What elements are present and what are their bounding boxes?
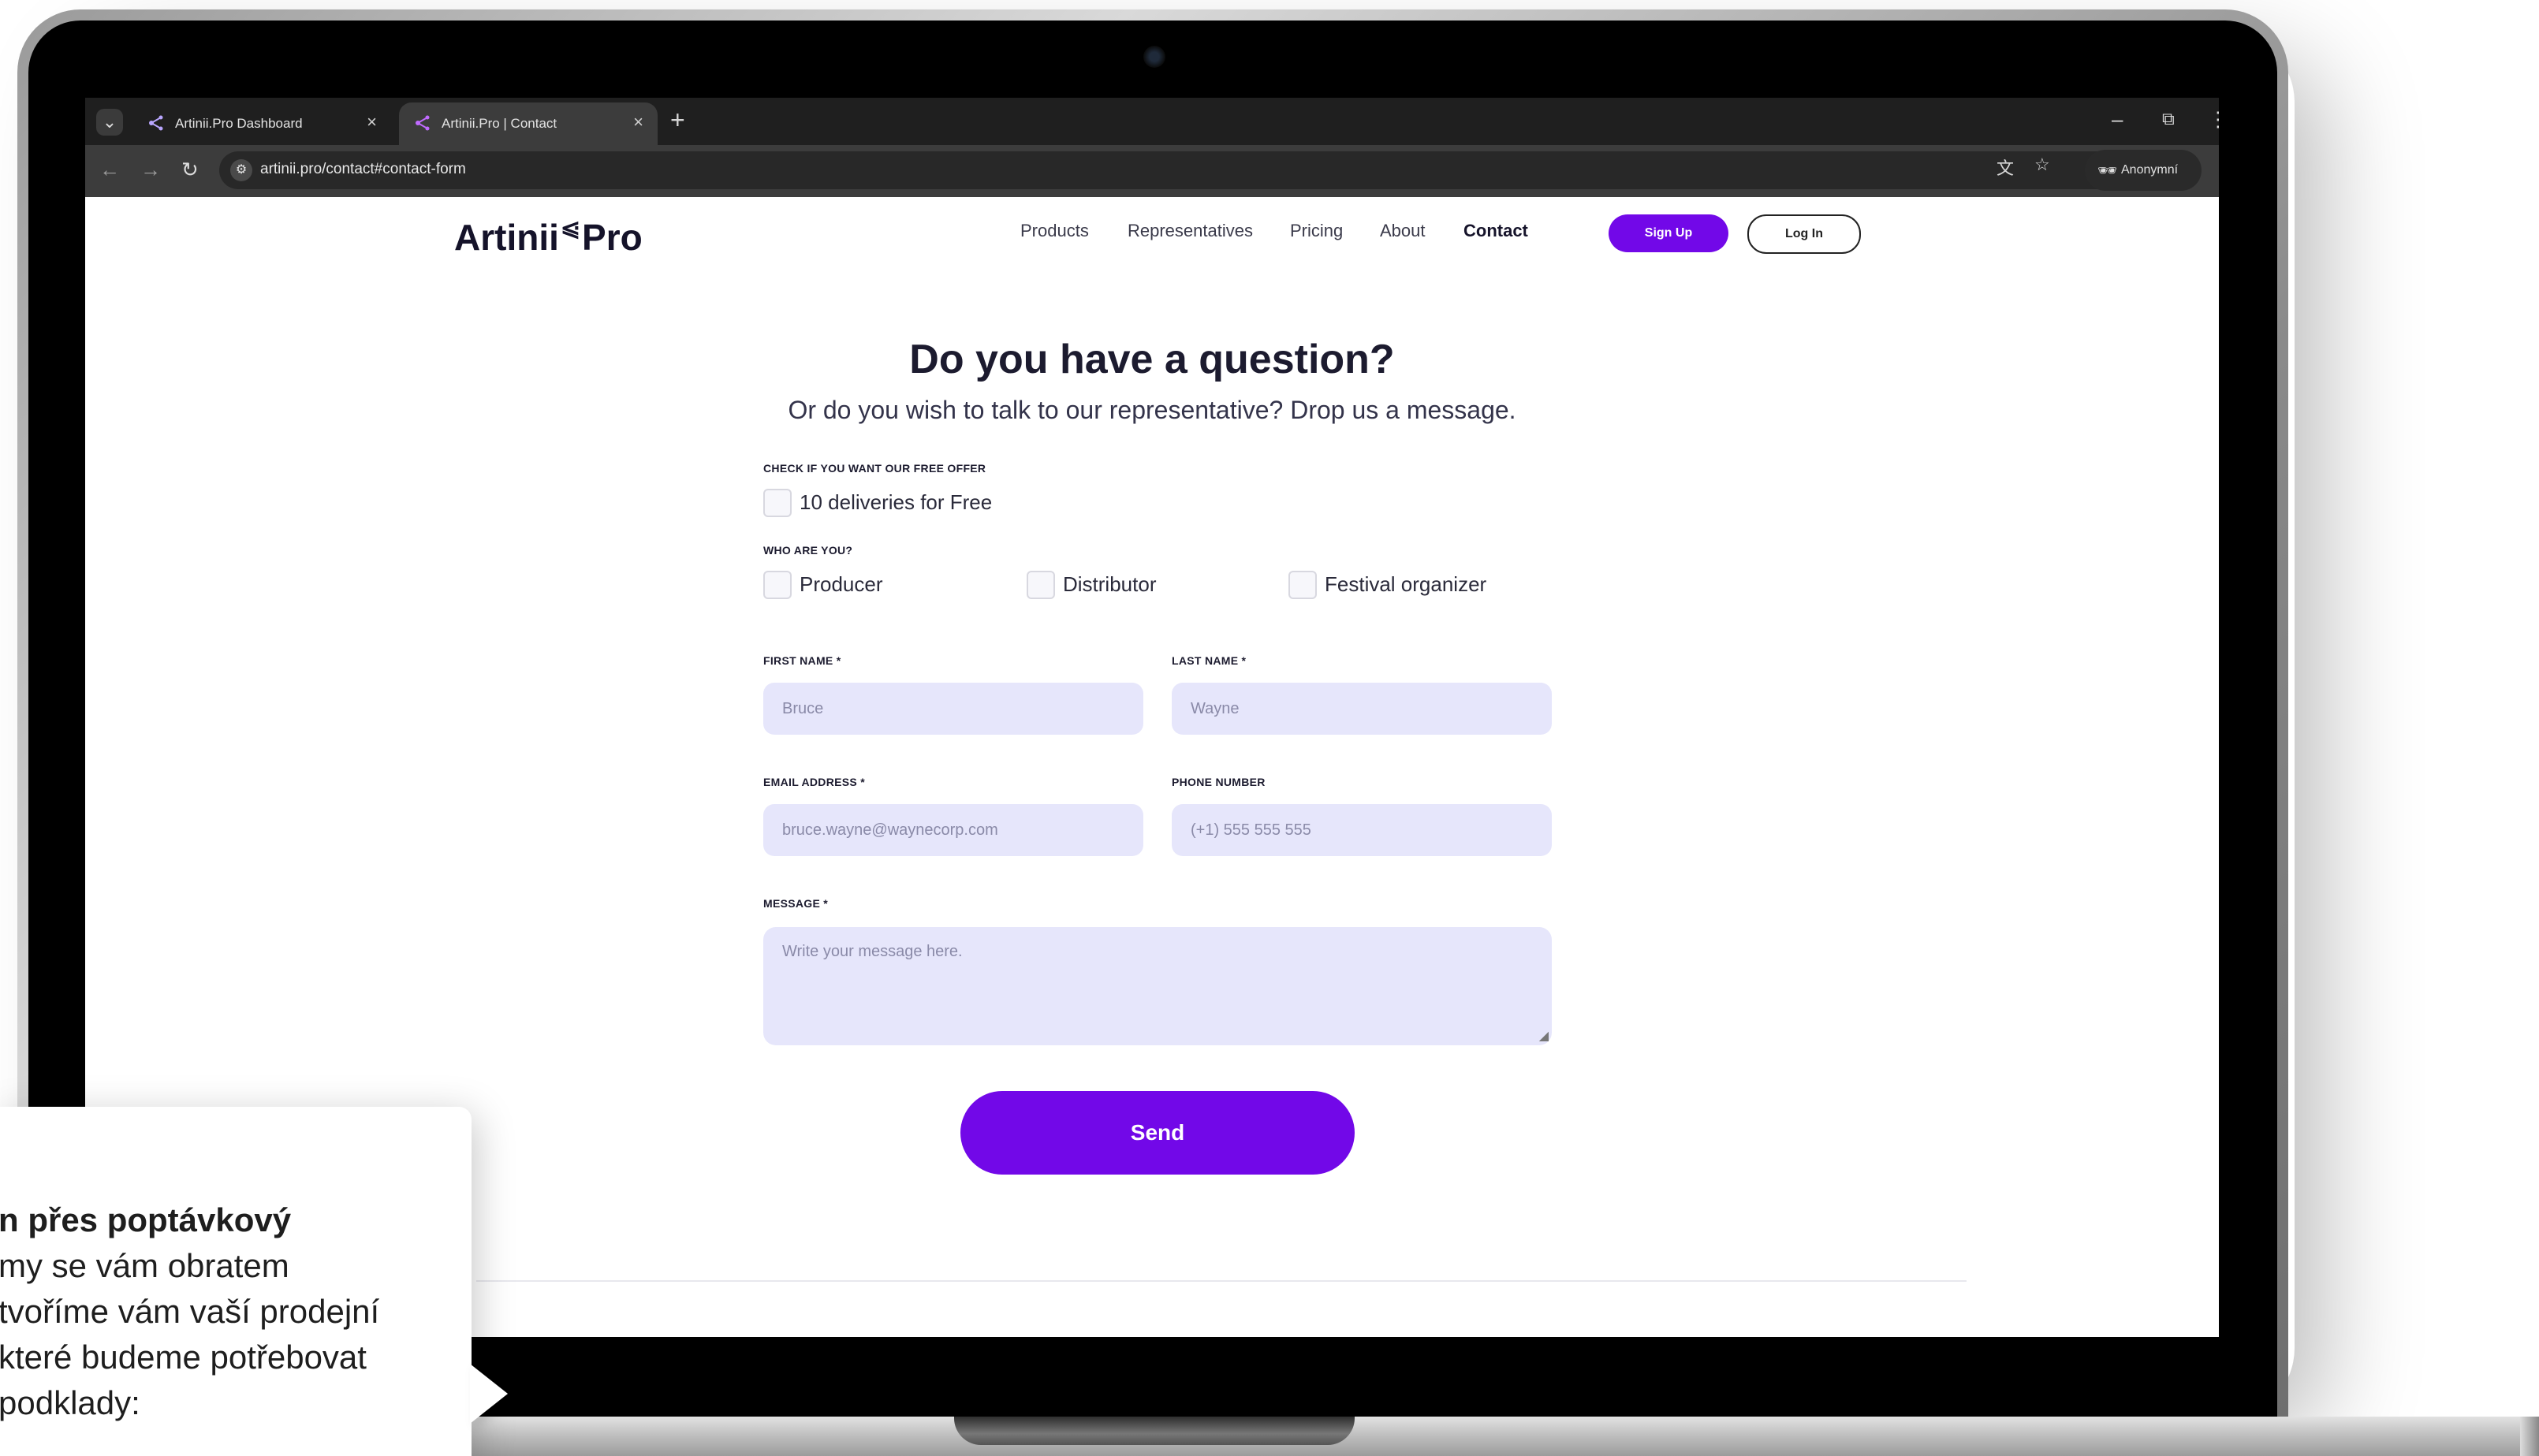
minimize-button[interactable]: – [2112, 107, 2123, 132]
webcam [1143, 46, 1165, 68]
phone-label: PHONE NUMBER [1172, 776, 1266, 788]
free-offer-option: 10 deliveries for Free [800, 490, 993, 514]
distributor-option: Distributor [1063, 572, 1157, 596]
festival-organizer-option: Festival organizer [1325, 572, 1487, 596]
nav-products[interactable]: Products [1020, 221, 1089, 241]
incognito-icon: 🕶 [2097, 162, 2118, 180]
translate-icon[interactable]: 文 [1997, 155, 2014, 180]
message-placeholder: Write your message here. [782, 943, 963, 960]
login-button[interactable]: Log In [1747, 214, 1861, 254]
free-offer-label: CHECK IF YOU WANT OUR FREE OFFER [763, 462, 986, 475]
nav-about[interactable]: About [1380, 221, 1426, 241]
footer-divider [476, 1280, 1967, 1282]
tab-bar: ⌄ Artinii.Pro Dashboard × Artinii.Pro | … [85, 98, 2219, 145]
profile-label: Anonymní [2121, 163, 2179, 177]
close-tab-icon[interactable]: × [367, 112, 377, 132]
reload-icon[interactable]: ↻ [181, 158, 199, 182]
first-name-placeholder: Bruce [782, 700, 824, 717]
new-tab-button[interactable]: + [670, 106, 685, 135]
page-subtitle: Or do you wish to talk to our representa… [788, 396, 1516, 424]
email-placeholder: bruce.wayne@waynecorp.com [782, 821, 998, 839]
profile-button[interactable]: 🕶 Anonymní [2085, 150, 2202, 191]
laptop-hinge-notch [954, 1417, 1355, 1445]
restore-button[interactable]: ⧉ [2162, 109, 2175, 129]
last-name-placeholder: Wayne [1191, 700, 1240, 717]
last-name-label: LAST NAME * [1172, 654, 1247, 667]
address-bar[interactable]: ⚙ artinii.pro/contact#contact-form [219, 151, 2151, 189]
artinii-logo[interactable]: Artinii⩿Pro [454, 215, 643, 259]
who-are-you-label: WHO ARE YOU? [763, 544, 853, 557]
tab-title: Artinii.Pro | Contact [442, 116, 557, 131]
signup-button[interactable]: Sign Up [1609, 214, 1728, 252]
nav-contact[interactable]: Contact [1463, 221, 1528, 241]
nav-pricing[interactable]: Pricing [1290, 221, 1343, 241]
send-button[interactable]: Send [960, 1091, 1355, 1175]
callout-line: n přes poptávkový [0, 1201, 292, 1238]
first-name-input[interactable]: Bruce [763, 683, 1143, 735]
tab-dashboard[interactable]: Artinii.Pro Dashboard × [132, 102, 391, 145]
message-label: MESSAGE * [763, 897, 829, 910]
close-tab-icon[interactable]: × [633, 112, 643, 132]
festival-organizer-checkbox[interactable] [1288, 571, 1317, 599]
callout-line: které budeme potřebovat [0, 1339, 367, 1376]
phone-input[interactable]: (+1) 555 555 555 [1172, 804, 1552, 856]
more-button[interactable]: ⋮ [2208, 107, 2219, 132]
callout-line: tvoříme vám vaší prodejní [0, 1293, 380, 1330]
resize-handle-icon[interactable]: ◢ [1539, 1028, 1549, 1044]
callout-pointer [470, 1364, 508, 1424]
url-text: artinii.pro/contact#contact-form [260, 161, 466, 177]
phone-placeholder: (+1) 555 555 555 [1191, 821, 1311, 839]
producer-option: Producer [800, 572, 883, 596]
email-label: EMAIL ADDRESS * [763, 776, 865, 788]
laptop-base [472, 1417, 2539, 1456]
tab-title: Artinii.Pro Dashboard [175, 116, 303, 131]
callout-line: podklady: [0, 1384, 140, 1421]
artinii-favicon-icon [416, 115, 430, 131]
nav-representatives[interactable]: Representatives [1128, 221, 1253, 241]
callout-line: my se vám obratem [0, 1247, 289, 1284]
logo-text: Artinii [454, 217, 559, 258]
logo-mark-icon: ⩿ [560, 215, 581, 241]
first-name-label: FIRST NAME * [763, 654, 841, 667]
artinii-favicon-icon [149, 115, 163, 131]
back-arrow-icon[interactable]: ← [99, 158, 120, 182]
tab-search-button[interactable]: ⌄ [96, 109, 123, 136]
site-settings-icon[interactable]: ⚙ [230, 159, 252, 181]
logo-text: Pro [582, 217, 643, 258]
browser-toolbar: ← → ↻ ⚙ artinii.pro/contact#contact-form… [85, 145, 2219, 197]
producer-checkbox[interactable] [763, 571, 792, 599]
distributor-checkbox[interactable] [1027, 571, 1055, 599]
callout-box: n přes poptávkový my se vám obratem tvoř… [0, 1107, 472, 1456]
email-input[interactable]: bruce.wayne@waynecorp.com [763, 804, 1143, 856]
last-name-input[interactable]: Wayne [1172, 683, 1552, 735]
message-textarea[interactable]: Write your message here. ◢ [763, 927, 1552, 1045]
tab-contact[interactable]: Artinii.Pro | Contact × [399, 102, 658, 145]
page-title: Do you have a question? [909, 337, 1395, 382]
forward-arrow-icon[interactable]: → [140, 158, 161, 182]
laptop-base-edge [2520, 1417, 2539, 1456]
free-offer-checkbox[interactable] [763, 489, 792, 517]
bookmark-star-icon[interactable]: ☆ [2034, 155, 2050, 175]
